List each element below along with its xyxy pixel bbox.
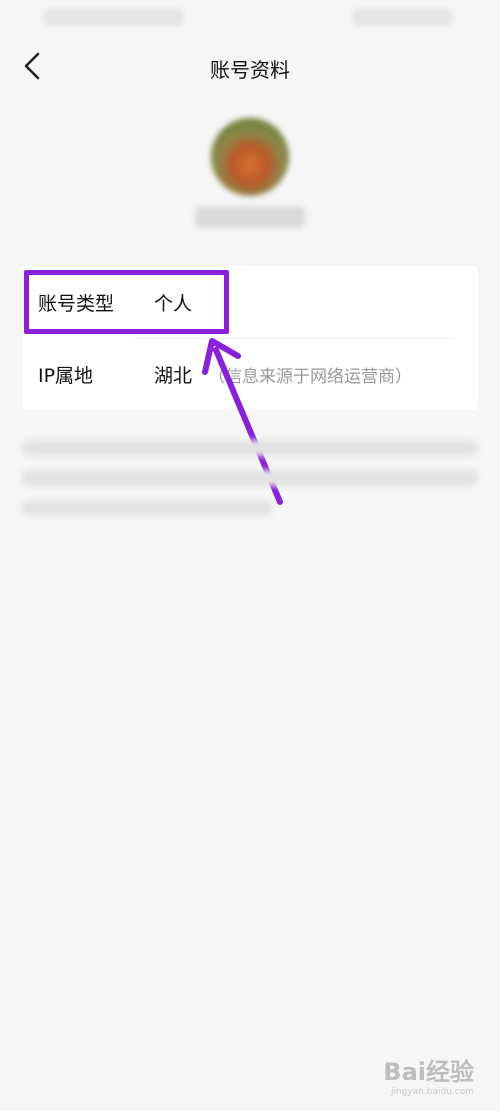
ip-location-label: IP属地 — [38, 364, 94, 387]
avatar[interactable] — [211, 118, 289, 196]
highlight-box-annotation — [24, 270, 229, 334]
blurred-description — [22, 440, 480, 530]
page-title: 账号资料 — [210, 58, 290, 82]
ip-location-row: IP属地 湖北 （信息来源于网络运营商） — [22, 338, 478, 410]
watermark-url: jingyan.baidu.com — [390, 1087, 474, 1097]
nav-bar: 账号资料 — [0, 36, 500, 96]
ip-location-note: （信息来源于网络运营商） — [208, 366, 412, 387]
watermark-logo: Bai经验 — [383, 1058, 474, 1086]
status-bar-left-blurred — [44, 8, 184, 26]
status-bar-right-blurred — [352, 8, 452, 26]
status-bar — [0, 0, 500, 36]
ip-location-value: 湖北 — [154, 364, 193, 387]
watermark: Bai经验 jingyan.baidu.com — [383, 1052, 474, 1097]
nickname-blurred — [195, 206, 305, 228]
